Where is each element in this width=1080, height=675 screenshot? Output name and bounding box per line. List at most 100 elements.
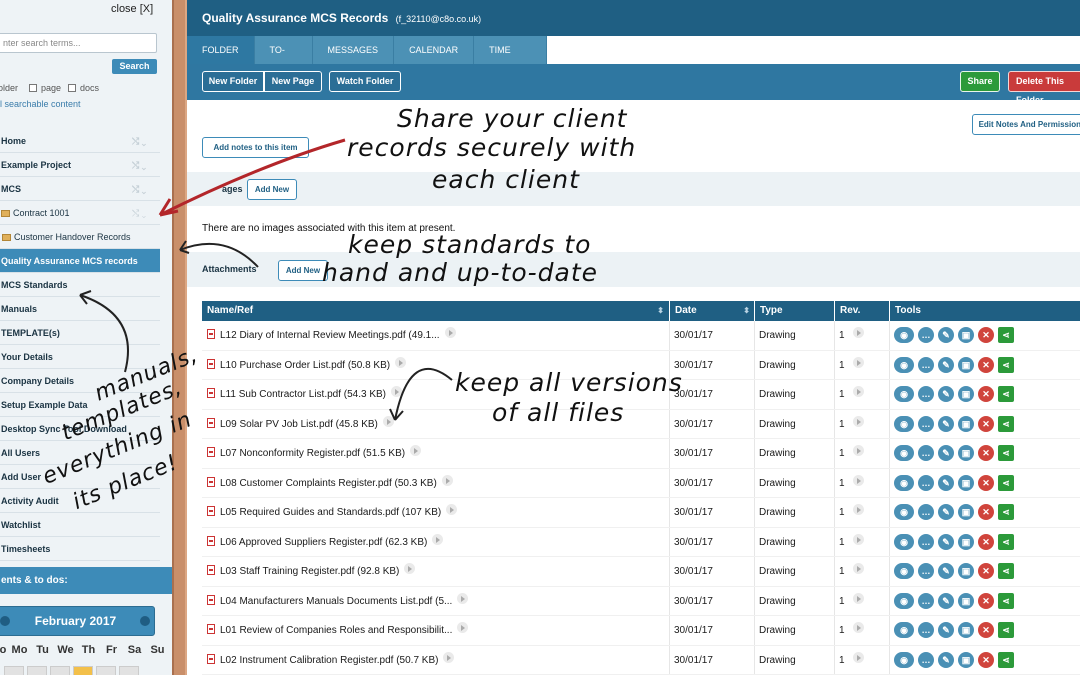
comments-icon[interactable]: … bbox=[918, 356, 934, 373]
file-name[interactable]: L10 Purchase Order List.pdf (50.8 KB) bbox=[220, 360, 390, 371]
delete-icon[interactable]: ✕ bbox=[978, 651, 994, 668]
wrench-icon[interactable]: ✎ bbox=[938, 356, 954, 373]
delete-icon[interactable]: ✕ bbox=[978, 592, 994, 609]
view-icon[interactable]: ◉ bbox=[894, 356, 914, 373]
calendar-day[interactable] bbox=[4, 666, 24, 675]
sidebar-item-home[interactable]: Home ⤭ ⌄ bbox=[0, 129, 160, 153]
col-type-header[interactable]: Type bbox=[754, 301, 834, 321]
col-date-header[interactable]: Date ⬍ bbox=[669, 301, 754, 321]
sidebar-item-contract-1001[interactable]: Contract 1001 ⤭ ⌄ bbox=[0, 201, 160, 225]
sidebar-item-example-project[interactable]: Example Project ⤭ ⌄ bbox=[0, 153, 160, 177]
lock-icon[interactable]: ▣ bbox=[958, 356, 974, 373]
view-icon[interactable]: ◉ bbox=[894, 563, 914, 580]
sort-icon[interactable]: ⬍ bbox=[657, 301, 664, 321]
revisions-icon[interactable] bbox=[852, 563, 864, 574]
view-icon[interactable]: ◉ bbox=[894, 386, 914, 403]
scope-page[interactable]: page bbox=[29, 83, 61, 93]
view-icon[interactable]: ◉ bbox=[894, 415, 914, 432]
share-icon[interactable]: ⋖ bbox=[998, 386, 1014, 403]
wrench-icon[interactable]: ✎ bbox=[938, 592, 954, 609]
table-row[interactable]: L09 Solar PV Job List.pdf (45.8 KB) 30/01… bbox=[202, 409, 1080, 439]
lock-icon[interactable]: ▣ bbox=[958, 386, 974, 403]
expand-icon[interactable] bbox=[457, 592, 469, 604]
expand-icon[interactable] bbox=[404, 563, 416, 574]
delete-icon[interactable]: ✕ bbox=[978, 415, 994, 432]
wrench-icon[interactable]: ✎ bbox=[938, 327, 954, 344]
comments-icon[interactable]: … bbox=[918, 415, 934, 432]
lock-icon[interactable]: ▣ bbox=[958, 651, 974, 668]
file-name[interactable]: L02 Instrument Calibration Register.pdf … bbox=[220, 655, 438, 666]
comments-icon[interactable]: … bbox=[918, 622, 934, 639]
sidebar-item-quality-assurance[interactable]: Quality Assurance MCS records bbox=[0, 249, 160, 273]
col-rev-header[interactable]: Rev. bbox=[834, 301, 889, 321]
comments-icon[interactable]: … bbox=[918, 651, 934, 668]
comments-icon[interactable]: … bbox=[918, 445, 934, 462]
view-icon[interactable]: ◉ bbox=[894, 504, 914, 521]
move-icon[interactable]: ⤭ ⌄ bbox=[132, 153, 146, 177]
lock-icon[interactable]: ▣ bbox=[958, 622, 974, 639]
lock-icon[interactable]: ▣ bbox=[958, 415, 974, 432]
table-row[interactable]: L11 Sub Contractor List.pdf (54.3 KB) 30/… bbox=[202, 380, 1080, 410]
file-name[interactable]: L09 Solar PV Job List.pdf (45.8 KB) bbox=[220, 419, 378, 430]
tab-time-sheet[interactable]: TIME SHEET bbox=[474, 36, 547, 83]
sidebar-item-all-users[interactable]: All Users bbox=[0, 441, 160, 465]
table-row[interactable]: L07 Nonconformity Register.pdf (51.5 KB)… bbox=[202, 439, 1080, 469]
wrench-icon[interactable]: ✎ bbox=[938, 386, 954, 403]
share-icon[interactable]: ⋖ bbox=[998, 445, 1014, 462]
table-row[interactable]: L03 Staff Training Register.pdf (92.8 KB… bbox=[202, 557, 1080, 587]
file-name[interactable]: L08 Customer Complaints Register.pdf (50… bbox=[220, 478, 437, 489]
comments-icon[interactable]: … bbox=[918, 504, 934, 521]
calendar-next-icon[interactable] bbox=[140, 616, 150, 626]
revisions-icon[interactable] bbox=[852, 651, 864, 663]
scope-docs[interactable]: docs bbox=[68, 83, 99, 93]
panel-divider[interactable] bbox=[172, 0, 187, 675]
sidebar-item-your-details[interactable]: Your Details bbox=[0, 345, 160, 369]
revisions-icon[interactable] bbox=[852, 533, 864, 545]
file-name-cell[interactable]: L06 Approved Suppliers Register.pdf (62.… bbox=[207, 528, 668, 557]
comments-icon[interactable]: … bbox=[918, 327, 934, 344]
sidebar-item-customer-handover[interactable]: Customer Handover Records bbox=[0, 225, 160, 249]
watch-folder-button[interactable]: Watch Folder bbox=[329, 71, 401, 92]
lock-icon[interactable]: ▣ bbox=[958, 474, 974, 491]
sidebar-item-manuals[interactable]: Manuals bbox=[0, 297, 160, 321]
file-name-cell[interactable]: L09 Solar PV Job List.pdf (45.8 KB) bbox=[207, 410, 668, 439]
wrench-icon[interactable]: ✎ bbox=[938, 533, 954, 550]
revisions-icon[interactable] bbox=[852, 504, 864, 515]
share-icon[interactable]: ⋖ bbox=[998, 563, 1014, 580]
file-name-cell[interactable]: L07 Nonconformity Register.pdf (51.5 KB) bbox=[207, 439, 668, 468]
tab-to-dos[interactable]: TO-DOS bbox=[255, 36, 313, 83]
sidebar-item-watchlist[interactable]: Watchlist bbox=[0, 513, 160, 537]
comments-icon[interactable]: … bbox=[918, 474, 934, 491]
expand-icon[interactable] bbox=[382, 415, 394, 427]
comments-icon[interactable]: … bbox=[918, 563, 934, 580]
search-input[interactable] bbox=[0, 33, 157, 53]
wrench-icon[interactable]: ✎ bbox=[938, 622, 954, 639]
expand-icon[interactable] bbox=[441, 474, 453, 486]
view-icon[interactable]: ◉ bbox=[894, 445, 914, 462]
sidebar-item-mcs-standards[interactable]: MCS Standards bbox=[0, 273, 160, 297]
delete-icon[interactable]: ✕ bbox=[978, 386, 994, 403]
revisions-icon[interactable] bbox=[852, 415, 864, 427]
delete-folder-button[interactable]: Delete This Folder bbox=[1008, 71, 1080, 105]
delete-icon[interactable]: ✕ bbox=[978, 563, 994, 580]
col-name-header[interactable]: Name/Ref ⬍ bbox=[202, 301, 668, 321]
tab-messages[interactable]: MESSAGES bbox=[313, 36, 395, 64]
share-icon[interactable]: ⋖ bbox=[998, 533, 1014, 550]
revisions-icon[interactable] bbox=[852, 622, 864, 633]
sidebar-item-company-details[interactable]: Company Details bbox=[0, 369, 160, 393]
tab-folder[interactable]: FOLDER bbox=[187, 36, 255, 64]
add-attachment-button[interactable]: Add New bbox=[278, 260, 328, 281]
file-name[interactable]: L07 Nonconformity Register.pdf (51.5 KB) bbox=[220, 448, 405, 459]
revisions-icon[interactable] bbox=[852, 356, 864, 368]
table-row[interactable]: L10 Purchase Order List.pdf (50.8 KB) 30/… bbox=[202, 350, 1080, 380]
lock-icon[interactable]: ▣ bbox=[958, 533, 974, 550]
share-icon[interactable]: ⋖ bbox=[998, 592, 1014, 609]
calendar-day[interactable] bbox=[119, 666, 139, 675]
move-icon[interactable]: ⤭ ⌄ bbox=[132, 129, 146, 153]
comments-icon[interactable]: … bbox=[918, 533, 934, 550]
share-icon[interactable]: ⋖ bbox=[998, 622, 1014, 639]
calendar-day-today[interactable] bbox=[73, 666, 93, 675]
expand-icon[interactable] bbox=[443, 651, 455, 663]
table-row[interactable]: L01 Review of Companies Roles and Respon… bbox=[202, 616, 1080, 646]
table-row[interactable]: L02 Instrument Calibration Register.pdf … bbox=[202, 645, 1080, 675]
